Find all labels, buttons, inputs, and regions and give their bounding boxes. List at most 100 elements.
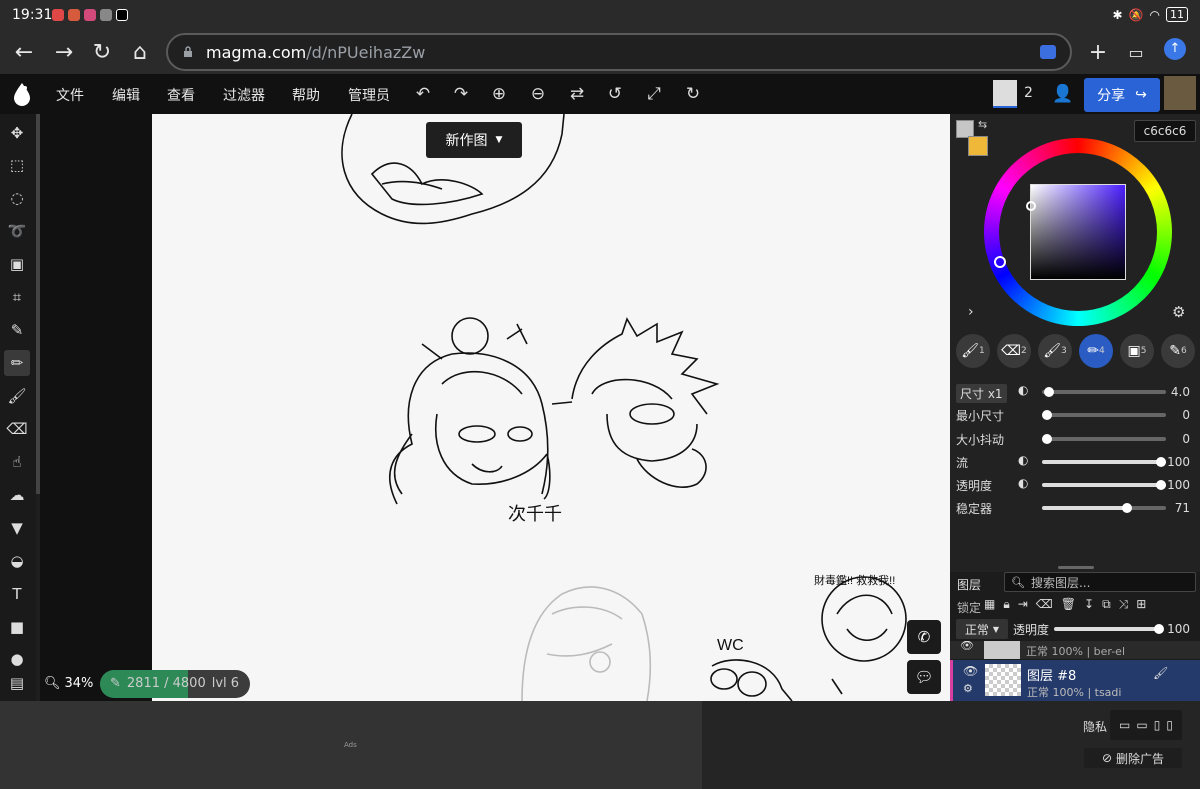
zoom-in-icon[interactable]: ⊕	[488, 84, 510, 104]
layer-settings-icon[interactable]: ⚙	[963, 682, 973, 695]
rotate-left-icon[interactable]: ↺	[604, 84, 626, 104]
slider-thumb[interactable]	[1122, 503, 1132, 513]
filmstrip-icon[interactable]: ▤	[4, 670, 30, 696]
add-layer-icon[interactable]: ⊞	[1136, 597, 1146, 612]
secondary-color-swatch[interactable]	[968, 136, 988, 156]
menu-filter[interactable]: 过滤器	[223, 85, 265, 105]
brush-slot-5[interactable]: ▣ 5	[1120, 334, 1154, 368]
brush-slot-2[interactable]: ⌫ 2	[997, 334, 1031, 368]
pressure-icon[interactable]: ◐	[1018, 453, 1028, 467]
brush-icon[interactable]: 🖌	[4, 383, 30, 409]
call-icon[interactable]: ✆	[907, 620, 941, 654]
lock-transparency-icon[interactable]: ▦	[984, 597, 995, 612]
chevron-right-icon[interactable]: ›	[968, 304, 974, 320]
move-tool-icon[interactable]: ✥	[4, 120, 30, 146]
visibility-icon[interactable]: 👁︎	[963, 664, 978, 678]
drawing-canvas[interactable]: 次千千 財毒鑑!! 救救我!! WC	[152, 114, 950, 701]
eyedropper-icon[interactable]: ✎	[4, 317, 30, 343]
pressure-icon[interactable]: ◐	[1018, 476, 1028, 490]
duplicate-icon[interactable]: ⧉	[1102, 597, 1111, 612]
slider-thumb[interactable]	[1042, 434, 1052, 444]
min-size-slider[interactable]	[1042, 410, 1166, 420]
lasso-icon[interactable]: ➰	[4, 218, 30, 244]
rotate-right-icon[interactable]: ↻	[682, 84, 704, 104]
size-label[interactable]: 尺寸 x1	[956, 384, 1007, 403]
layout-left-icon[interactable]: ▯	[1154, 718, 1161, 732]
zoom-indicator[interactable]: 🔍︎ 34%	[44, 676, 93, 691]
address-bar[interactable]: magma.com/d/nPUeihazZw	[166, 33, 1072, 71]
transform-icon[interactable]: ▣	[4, 251, 30, 277]
blur-icon[interactable]: ☁	[4, 482, 30, 508]
hue-cursor[interactable]	[994, 256, 1006, 268]
tabs-icon[interactable]: ▭	[1122, 38, 1150, 66]
rect-select-icon[interactable]: ⬚	[4, 152, 30, 178]
add-user-icon[interactable]: 👤	[1052, 84, 1074, 104]
size-slider[interactable]	[1042, 387, 1166, 397]
sv-cursor[interactable]	[1026, 201, 1036, 211]
menu-file[interactable]: 文件	[56, 85, 84, 105]
text-icon[interactable]: T	[4, 581, 30, 607]
smudge-icon[interactable]: ☝	[4, 449, 30, 475]
update-icon[interactable]: ↑	[1164, 38, 1186, 60]
page-action-icon[interactable]	[1040, 45, 1056, 59]
lock-icon[interactable]: 🔒︎	[1003, 597, 1009, 612]
brush-slot-4[interactable]: ✏ 4	[1079, 334, 1113, 368]
magma-logo-icon[interactable]	[12, 82, 32, 106]
pencil-icon[interactable]: ✏	[4, 350, 30, 376]
stabilizer-slider[interactable]	[1042, 503, 1166, 513]
settings-gear-icon[interactable]: ⚙	[1172, 303, 1185, 321]
new-tab-icon[interactable]: +	[1084, 38, 1112, 66]
slider-thumb[interactable]	[1042, 410, 1052, 420]
fullscreen-icon[interactable]: ⤢	[643, 84, 665, 104]
pressure-icon[interactable]: ◐	[1018, 383, 1028, 397]
menu-edit[interactable]: 编辑	[112, 85, 140, 105]
layout-bottom-icon[interactable]: ▭	[1136, 718, 1147, 732]
menu-admin[interactable]: 管理员	[348, 85, 390, 105]
merge-icon[interactable]: ⤨	[1119, 597, 1129, 612]
back-icon[interactable]: ←	[10, 38, 38, 66]
layer-search[interactable]: 🔍︎ 搜索图层...	[1004, 572, 1196, 592]
layer-row[interactable]: 👁︎ 正常 100% | ber-el	[950, 641, 1200, 659]
share-button[interactable]: 分享 ↪	[1084, 78, 1160, 112]
crop-icon[interactable]: ⌗	[4, 284, 30, 310]
delete-icon[interactable]: 🗑︎	[1061, 597, 1076, 612]
flip-icon[interactable]: ⇄	[566, 84, 588, 104]
hex-color-input[interactable]: c6c6c6	[1134, 120, 1196, 142]
brush-slot-1[interactable]: 🖌 1	[956, 334, 990, 368]
undo-icon[interactable]: ↶	[412, 84, 434, 104]
clip-icon[interactable]: ⇥	[1018, 597, 1028, 612]
zoom-out-icon[interactable]: ⊖	[527, 84, 549, 104]
brush-slot-6[interactable]: ✎ 6	[1161, 334, 1195, 368]
panel-resize-handle[interactable]	[1058, 566, 1094, 569]
layer-row-selected[interactable]: 👁︎ ⚙ 图层 #8 正常 100% | tsadi 🖌	[950, 660, 1200, 701]
blend-mode-select[interactable]: 正常 ▼	[956, 619, 1008, 639]
menu-view[interactable]: 查看	[167, 85, 195, 105]
ellipse-select-icon[interactable]: ◌	[4, 185, 30, 211]
home-icon[interactable]: ⌂	[126, 38, 154, 66]
opacity-slider[interactable]	[1042, 480, 1166, 490]
menu-help[interactable]: 帮助	[292, 85, 320, 105]
saturation-value-picker[interactable]	[1030, 184, 1126, 280]
fill-icon[interactable]: ▼	[4, 515, 30, 541]
reload-icon[interactable]: ↻	[88, 38, 116, 66]
forward-icon[interactable]: →	[50, 38, 78, 66]
slider-thumb[interactable]	[1044, 387, 1054, 397]
user-avatar[interactable]	[1164, 76, 1196, 110]
layout-right-icon[interactable]: ▯	[1166, 718, 1173, 732]
merge-down-icon[interactable]: ↧	[1084, 597, 1094, 612]
redo-icon[interactable]: ↷	[450, 84, 472, 104]
layer-opacity-slider[interactable]	[1054, 624, 1164, 634]
shape-rect-icon[interactable]: ■	[4, 614, 30, 640]
clear-icon[interactable]: ⌫	[1036, 597, 1053, 612]
flow-slider[interactable]	[1042, 457, 1166, 467]
jitter-slider[interactable]	[1042, 434, 1166, 444]
eraser-icon[interactable]: ⌫	[4, 416, 30, 442]
document-title-button[interactable]: 新作图 ▼	[426, 122, 522, 158]
visibility-icon[interactable]: 👁︎	[960, 641, 974, 652]
swap-colors-icon[interactable]: ⇆	[978, 118, 987, 131]
remove-ads-button[interactable]: ⊘ 删除广告	[1084, 748, 1182, 768]
collaborator-avatar[interactable]	[993, 80, 1017, 108]
brush-slot-3[interactable]: 🖌 3	[1038, 334, 1072, 368]
gradient-icon[interactable]: ◒	[4, 548, 30, 574]
layout-top-icon[interactable]: ▭	[1119, 718, 1130, 732]
